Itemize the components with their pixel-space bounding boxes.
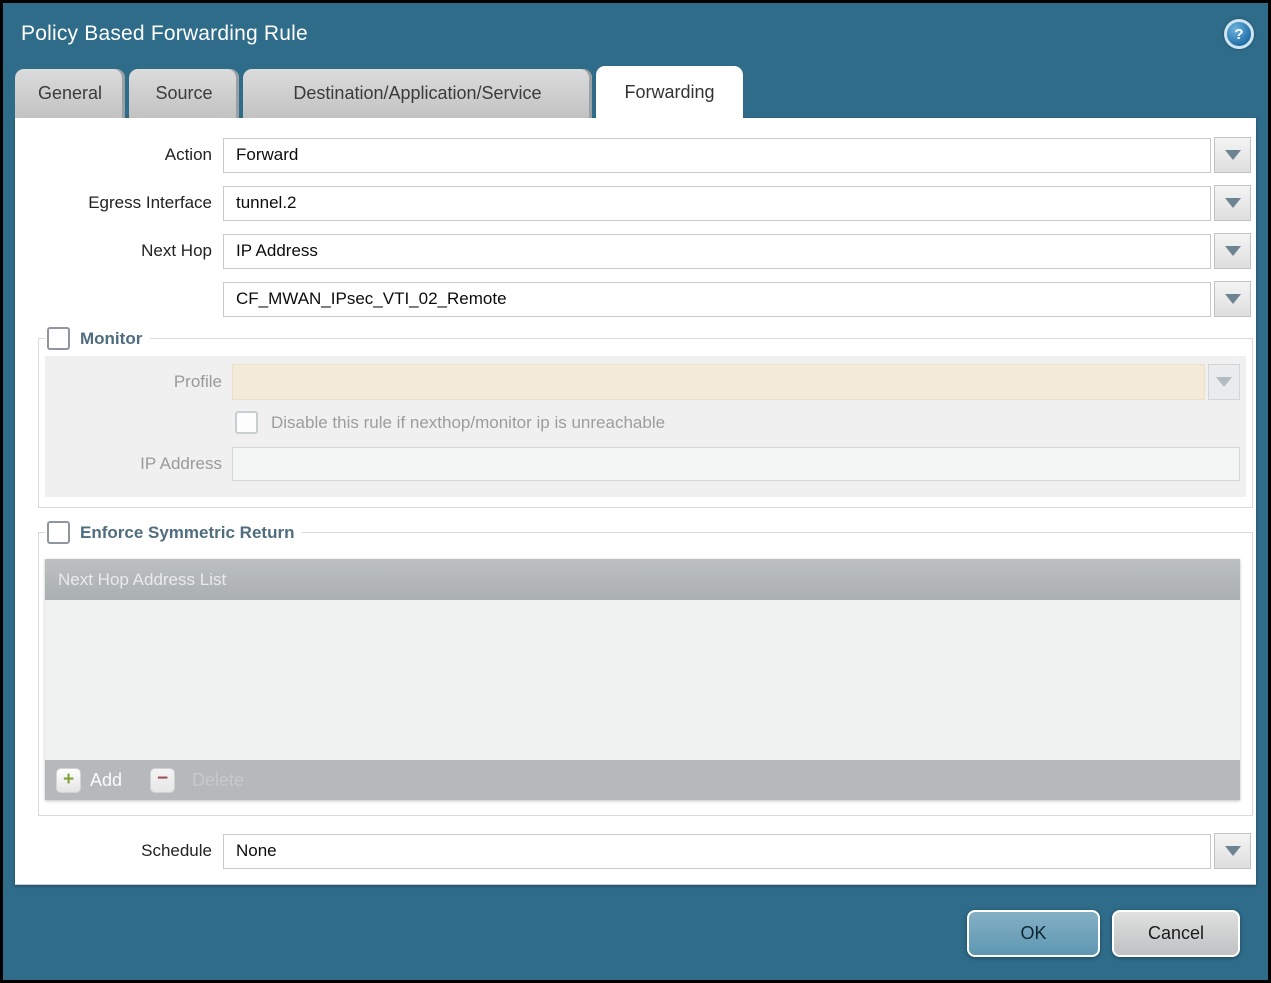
- symmetric-return-legend: Enforce Symmetric Return: [45, 521, 302, 544]
- disable-rule-label: Disable this rule if nexthop/monitor ip …: [271, 413, 665, 433]
- ok-button[interactable]: OK: [967, 910, 1100, 957]
- action-row: Action Forward: [15, 137, 1251, 173]
- chevron-down-icon: [1225, 294, 1241, 304]
- profile-dropdown-button: [1208, 364, 1240, 400]
- next-hop-address-dropdown-button[interactable]: [1214, 281, 1251, 317]
- next-hop-label: Next Hop: [15, 241, 223, 261]
- monitor-section: Monitor Profile Disable this rule if nex…: [38, 327, 1253, 508]
- chevron-down-icon: [1225, 198, 1241, 208]
- profile-select: [232, 364, 1205, 400]
- profile-label: Profile: [45, 372, 232, 392]
- cancel-button[interactable]: Cancel: [1112, 910, 1240, 957]
- tab-bar: General Source Destination/Application/S…: [15, 66, 743, 118]
- add-button-icon[interactable]: +: [56, 768, 81, 793]
- tab-general[interactable]: General: [15, 69, 125, 118]
- next-hop-address-row: CF_MWAN_IPsec_VTI_02_Remote: [15, 281, 1251, 317]
- monitor-ip-label: IP Address: [45, 454, 232, 474]
- add-button[interactable]: Add: [90, 770, 122, 791]
- dialog-action-bar: OK Cancel: [3, 885, 1268, 980]
- egress-interface-row: Egress Interface tunnel.2: [15, 185, 1251, 221]
- help-icon[interactable]: ?: [1224, 19, 1254, 49]
- delete-button-icon: −: [150, 768, 175, 793]
- monitor-legend-label: Monitor: [80, 329, 142, 349]
- dialog-title: Policy Based Forwarding Rule: [21, 22, 1224, 46]
- tab-destination-application-service[interactable]: Destination/Application/Service: [243, 69, 592, 118]
- delete-button: Delete: [192, 770, 244, 791]
- action-dropdown-button[interactable]: [1214, 137, 1251, 173]
- tab-source[interactable]: Source: [129, 69, 239, 118]
- chevron-down-icon: [1225, 150, 1241, 160]
- table-header: Next Hop Address List: [45, 559, 1240, 600]
- tab-forwarding[interactable]: Forwarding: [596, 66, 743, 118]
- table-body: [45, 600, 1240, 760]
- chevron-down-icon: [1225, 246, 1241, 256]
- dialog-titlebar: Policy Based Forwarding Rule ?: [3, 3, 1268, 65]
- egress-interface-label: Egress Interface: [15, 193, 223, 213]
- monitor-panel: Profile Disable this rule if nexthop/mon…: [45, 356, 1246, 497]
- monitor-ip-input: [232, 447, 1240, 481]
- minus-icon: −: [157, 769, 168, 788]
- schedule-dropdown-button[interactable]: [1214, 833, 1251, 869]
- monitor-legend: Monitor: [45, 327, 150, 350]
- egress-interface-dropdown-button[interactable]: [1214, 185, 1251, 221]
- schedule-row: Schedule None: [15, 833, 1251, 869]
- chevron-down-icon: [1225, 846, 1241, 856]
- action-label: Action: [15, 145, 223, 165]
- plus-icon: +: [63, 770, 74, 789]
- schedule-select[interactable]: None: [223, 834, 1211, 869]
- symmetric-return-legend-label: Enforce Symmetric Return: [80, 523, 294, 543]
- egress-interface-select[interactable]: tunnel.2: [223, 186, 1211, 221]
- next-hop-address-select[interactable]: CF_MWAN_IPsec_VTI_02_Remote: [223, 282, 1211, 317]
- monitor-ip-row: IP Address: [45, 447, 1240, 481]
- disable-rule-checkbox: [235, 411, 258, 434]
- profile-row: Profile: [45, 364, 1240, 400]
- forwarding-tab-panel: Action Forward Egress Interface tunnel.2…: [15, 118, 1256, 885]
- next-hop-address-table: Next Hop Address List + Add − Delete: [45, 559, 1240, 800]
- disable-rule-row: Disable this rule if nexthop/monitor ip …: [235, 411, 1240, 434]
- schedule-label: Schedule: [15, 841, 223, 861]
- table-toolbar: + Add − Delete: [45, 760, 1240, 800]
- symmetric-return-section: Enforce Symmetric Return Next Hop Addres…: [38, 521, 1253, 816]
- table-header-label: Next Hop Address List: [58, 570, 226, 590]
- next-hop-row: Next Hop IP Address: [15, 233, 1251, 269]
- next-hop-type-select[interactable]: IP Address: [223, 234, 1211, 269]
- dialog-frame: Policy Based Forwarding Rule ? General S…: [3, 3, 1268, 980]
- chevron-down-icon: [1216, 377, 1232, 387]
- symmetric-return-checkbox[interactable]: [47, 521, 70, 544]
- action-select[interactable]: Forward: [223, 138, 1211, 173]
- monitor-checkbox[interactable]: [47, 327, 70, 350]
- next-hop-type-dropdown-button[interactable]: [1214, 233, 1251, 269]
